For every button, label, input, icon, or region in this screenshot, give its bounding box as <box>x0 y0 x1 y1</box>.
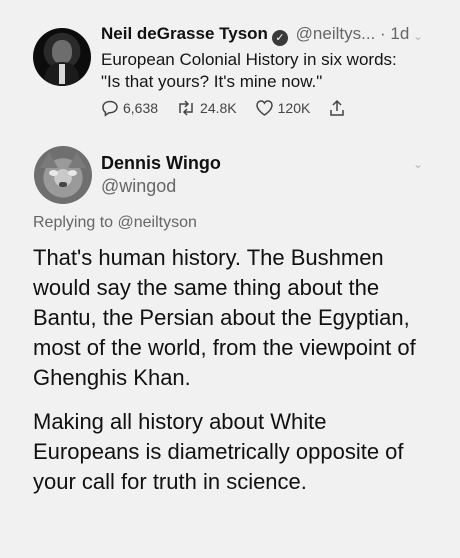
tweet-text-line-2: "Is that yours? It's mine now." <box>101 72 323 91</box>
replying-to-label: Replying to <box>33 214 114 231</box>
reply-author-handle[interactable]: @wingod <box>101 176 176 197</box>
reply-paragraph-1: That's human history. The Bushmen would … <box>33 245 416 390</box>
tweet-text-line-1: European Colonial History in six words: <box>101 50 397 69</box>
reply-paragraph-2: Making all history about White Europeans… <box>33 409 404 494</box>
reply-author-name[interactable]: Dennis Wingo <box>101 153 221 174</box>
retweet-button[interactable]: 24.8K <box>176 99 237 117</box>
avatar-neil-degrasse-tyson[interactable] <box>33 28 91 86</box>
tweet-original: Neil deGrasse Tyson ✓ @neiltys... · 1d ⌄ … <box>0 0 460 140</box>
heart-icon <box>255 100 273 116</box>
reply-count: 6,638 <box>123 100 159 116</box>
reply-button[interactable]: 6,638 <box>101 99 158 117</box>
like-count: 120K <box>277 100 311 116</box>
share-icon <box>330 99 345 116</box>
separator: · <box>380 24 386 43</box>
reply-text: That's human history. The Bushmen would … <box>33 243 438 511</box>
author-name[interactable]: Neil deGrasse Tyson <box>101 24 268 43</box>
retweet-count: 24.8K <box>200 100 237 116</box>
timestamp[interactable]: 1d <box>390 24 409 43</box>
tweet-actions: 6,638 24.8K 120K <box>101 99 368 117</box>
tweet-text: European Colonial History in six words: … <box>101 49 441 93</box>
reply-icon <box>102 100 118 117</box>
like-button[interactable]: 120K <box>255 99 311 117</box>
tweet-header: Neil deGrasse Tyson ✓ @neiltys... · 1d <box>101 24 409 46</box>
verified-check-icon: ✓ <box>271 30 288 46</box>
avatar-dennis-wingo[interactable] <box>34 146 92 204</box>
chevron-down-icon[interactable]: ⌄ <box>413 157 423 171</box>
share-button[interactable] <box>328 99 350 117</box>
replying-to: Replying to @neiltyson <box>33 214 197 232</box>
retweet-icon <box>179 100 193 116</box>
replying-to-handle[interactable]: @neiltyson <box>118 214 197 231</box>
author-handle[interactable]: @neiltys... <box>296 24 376 43</box>
chevron-down-icon[interactable]: ⌄ <box>413 29 423 43</box>
